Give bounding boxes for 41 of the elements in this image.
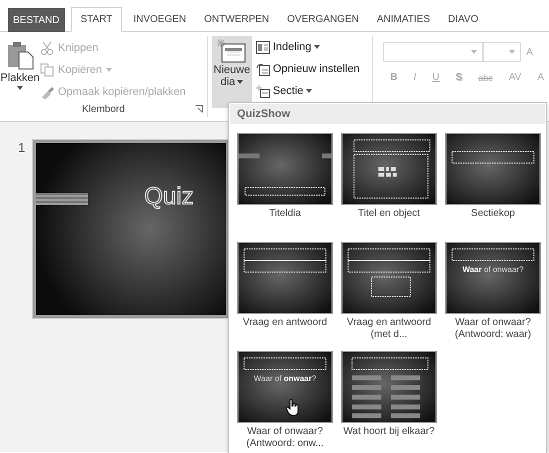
ribbon-tab[interactable]: DIAVO <box>439 7 488 31</box>
ribbon-tab[interactable]: INVOEGEN <box>124 7 196 31</box>
slide-thumbnail[interactable]: Quiz <box>33 140 230 318</box>
layout-option[interactable]: Vraag en antwoord (met d... <box>337 242 441 351</box>
ribbon-tab[interactable]: START <box>70 7 122 32</box>
ribbon-tab[interactable]: ONTWERPEN <box>195 7 278 31</box>
new-slide-button[interactable]: Nieuwe dia <box>212 36 252 108</box>
slide-text: Waar of onwaar? <box>461 265 525 275</box>
group-label: Klembord <box>82 104 125 114</box>
dialog-launcher-icon[interactable] <box>194 105 203 113</box>
layout-option[interactable]: Titel en object <box>337 133 441 242</box>
ribbon-tab[interactable]: OVERGANGEN <box>278 7 368 31</box>
slide-command[interactable]: Opnieuw instellen <box>256 60 360 78</box>
file-tab[interactable]: BESTAND <box>8 8 64 32</box>
copy-icon <box>40 63 54 77</box>
layout-icon <box>256 40 270 54</box>
paste-button[interactable]: Plakken <box>0 36 40 101</box>
layout-option[interactable]: Titeldia <box>233 133 337 242</box>
scissors-icon <box>40 41 54 55</box>
gallery-header: QuizShow <box>230 104 545 124</box>
caret-icon <box>509 50 516 54</box>
slide-text: Waar of onwaar? <box>252 374 318 384</box>
stripe-graphic <box>36 193 88 205</box>
new-slide-icon <box>216 38 247 64</box>
caret-icon <box>17 86 23 90</box>
layout-option[interactable]: Waar of onwaar? Waar of onwaar? (Antwoord: waar) <box>441 242 545 351</box>
layout-option[interactable]: Waar of onwaar? Waar of onwaar? (Antwoord: onw... <box>233 351 337 453</box>
layout-option[interactable]: Sectiekop <box>441 133 545 242</box>
ribbon-tab[interactable]: ANIMATIES <box>368 7 439 31</box>
slide-command[interactable]: Indeling <box>256 38 360 56</box>
reset-icon <box>256 62 270 76</box>
clipboard-icon <box>5 40 35 70</box>
layout-option[interactable]: Wat hoort bij elkaar? <box>337 351 441 453</box>
section-icon <box>256 84 270 98</box>
caret-icon <box>471 50 478 54</box>
layout-option[interactable]: Vraag en antwoord <box>233 242 337 351</box>
slide-number: 1 <box>18 140 26 157</box>
slide-title: Quiz <box>144 183 194 211</box>
slide-command[interactable]: Sectie <box>256 82 360 100</box>
brush-icon <box>40 85 54 99</box>
caret-icon <box>237 80 244 84</box>
